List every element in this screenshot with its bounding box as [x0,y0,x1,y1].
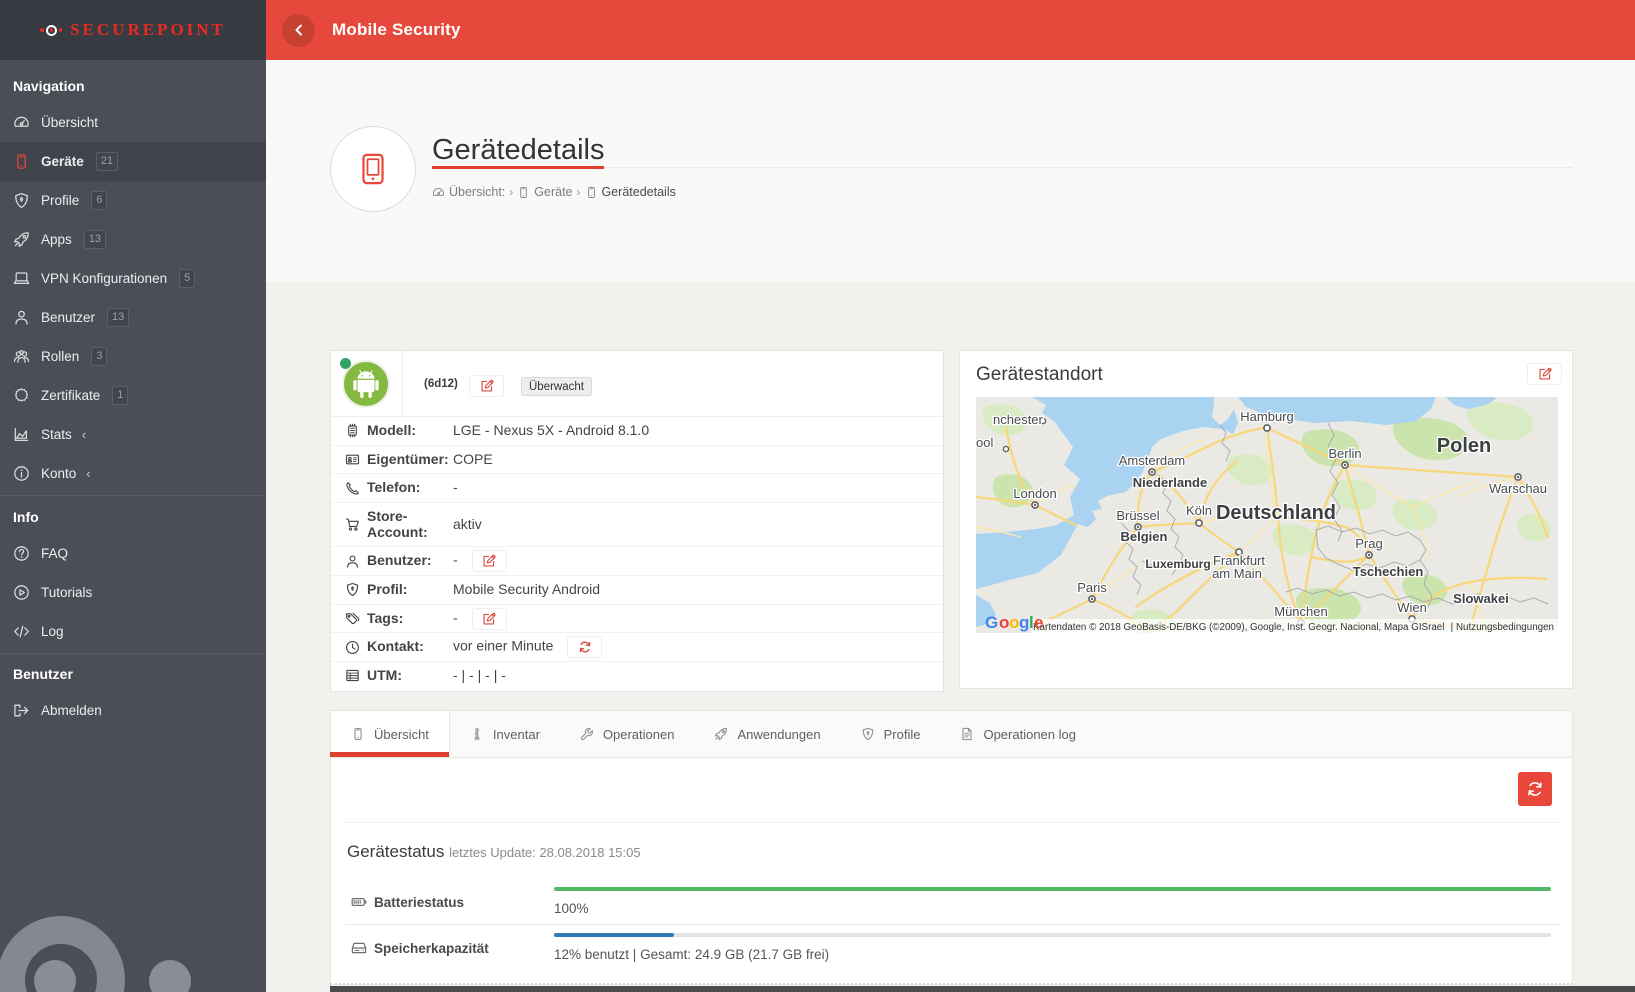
svg-text:nchester: nchester [993,412,1044,427]
svg-text:| Nutzungsbedingungen: | Nutzungsbedingungen [1451,622,1554,633]
svg-text:e: e [1034,613,1043,632]
svg-text:Hamburg: Hamburg [1240,409,1293,424]
svg-text:Tschechien: Tschechien [1353,564,1424,579]
svg-text:Paris: Paris [1077,580,1107,595]
svg-text:Prag: Prag [1355,536,1382,551]
svg-text:Wien: Wien [1397,600,1427,615]
svg-text:Kartendaten © 2018 GeoBasis-DE: Kartendaten © 2018 GeoBasis-DE/BKG (©200… [1033,622,1444,633]
svg-text:Deutschland: Deutschland [1216,502,1336,524]
svg-text:g: g [1019,613,1029,632]
svg-text:am Main: am Main [1212,566,1262,581]
svg-text:Niederlande: Niederlande [1133,475,1207,490]
svg-text:London: London [1013,486,1056,501]
svg-text:Warschau: Warschau [1489,481,1547,496]
svg-text:Brüssel: Brüssel [1116,508,1159,523]
svg-text:Amsterdam: Amsterdam [1119,453,1185,468]
svg-text:ool: ool [976,435,993,450]
svg-text:Berlin: Berlin [1328,446,1361,461]
svg-text:Polen: Polen [1437,435,1491,457]
svg-text:o: o [999,613,1009,632]
svg-text:G: G [985,613,998,632]
svg-text:Slowakei: Slowakei [1453,591,1509,606]
svg-text:Luxemburg: Luxemburg [1145,557,1210,571]
svg-text:München: München [1274,604,1327,619]
svg-text:o: o [1009,613,1019,632]
svg-text:Belgien: Belgien [1121,529,1168,544]
svg-text:Köln: Köln [1186,503,1212,518]
